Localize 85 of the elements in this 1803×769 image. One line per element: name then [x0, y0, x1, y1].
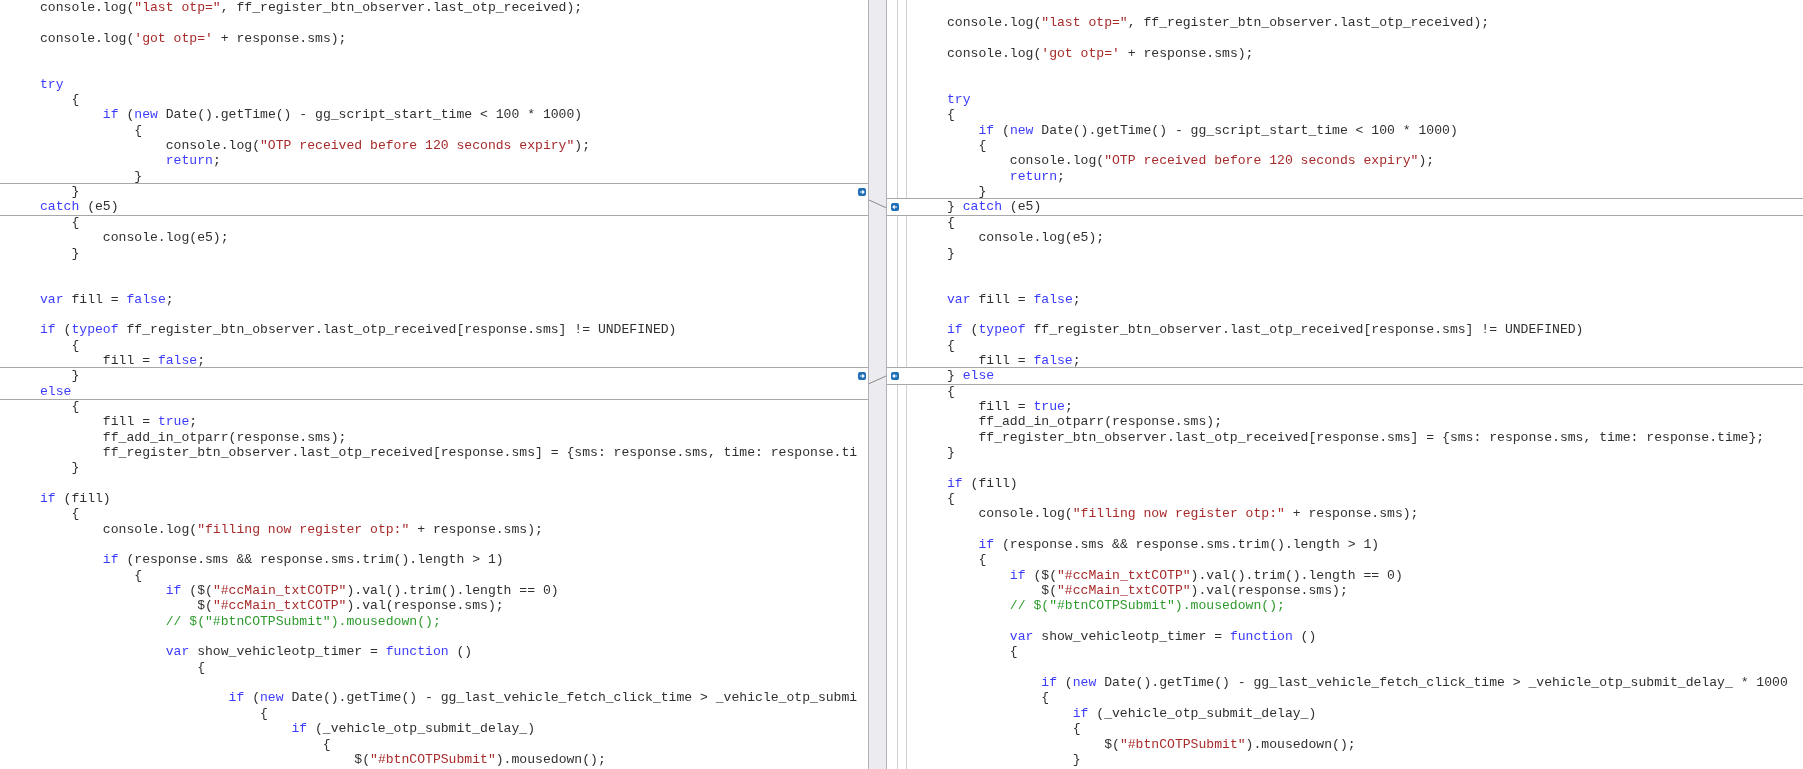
code-line: console.log("filling now register otp:" + response.sms); [977, 506, 1419, 522]
code-line: { [977, 138, 987, 154]
code-line: { [947, 491, 955, 506]
code-line: } [70, 368, 80, 384]
code-line: { [947, 337, 955, 353]
code-line: { [259, 705, 268, 721]
code-line: { [1071, 721, 1081, 737]
code-line: if (_vehicle_otp_submit_delay_) [1071, 705, 1317, 721]
code-line: catch (e5) [40, 199, 119, 215]
code-line: console.log('got otp=' + response.sms); [40, 30, 347, 46]
code-line: console.log("OTP received before 120 seconds expiry"); [1008, 153, 1435, 169]
code-line: { [977, 552, 987, 568]
code-line: { [133, 567, 143, 583]
code-line: if (new Date().getTime() - gg_script_start_time < 100 * 1000) [101, 107, 583, 123]
code-line: { [947, 107, 955, 123]
code-line: var show_vehicleotp_timer = function () [164, 644, 473, 660]
code-line: return; [1008, 168, 1065, 184]
code-line: console.log(e5); [977, 230, 1105, 246]
code-line: console.log("last otp=", ff_register_btn_observer.last_otp_received); [40, 0, 583, 15]
code-line: { [947, 383, 955, 399]
code-line: if (_vehicle_otp_submit_delay_) [290, 721, 536, 737]
code-line: if ($("#ccMain_txtCOTP").val().trim().length == 0) [164, 583, 559, 599]
code-line: { [70, 337, 80, 353]
code-line: } else [947, 368, 995, 384]
code-line: fill = false; [977, 352, 1081, 368]
code-line: } catch (e5) [947, 199, 1042, 215]
code-line: { [947, 214, 955, 230]
code-line: } [977, 184, 987, 200]
code-line: } [70, 245, 80, 261]
code-line: if (typeof ff_register_btn_observer.last_otp_received[response.sms] != UNDEFINED) [947, 322, 1584, 338]
code-line: { [70, 214, 80, 230]
code-line: try [947, 92, 971, 108]
code-line: } [70, 460, 80, 476]
code-line: } [947, 245, 955, 261]
code-line: console.log("last otp=", ff_register_btn_observer.last_otp_received); [947, 15, 1490, 31]
code-line: { [321, 736, 331, 752]
code-line: // $("#btnCOTPSubmit").mousedown(); [164, 613, 441, 629]
code-line: if (new Date().getTime() - gg_last_vehicle_fetch_click_time > _vehicle_otp_submi [227, 690, 858, 706]
code-line: ff_register_btn_observer.last_otp_received[response.sms] = {sms: response.sms, time: response.ti [101, 444, 858, 460]
code-line: fill = true; [977, 398, 1073, 414]
code-line: $("#btnCOTPSubmit").mousedown(); [1103, 736, 1356, 752]
connector-line [869, 199, 886, 208]
code-line: if (typeof ff_register_btn_observer.last_otp_received[response.sms] != UNDEFINED) [40, 322, 677, 338]
code-line: if (fill) [40, 491, 111, 506]
code-line: if ($("#ccMain_txtCOTP").val().trim().length == 0) [1008, 567, 1403, 583]
code-line: if (new Date().getTime() - gg_script_start_time < 100 * 1000) [977, 122, 1458, 138]
code-line: ff_add_in_otparr(response.sms); [101, 429, 347, 445]
code-line: } [1071, 751, 1081, 767]
code-line: if (new Date().getTime() - gg_last_vehicle_fetch_click_time > _vehicle_otp_submit_delay_ * 1000 [1040, 675, 1788, 691]
code-line: else [40, 383, 72, 399]
code-line: if (response.sms && response.sms.trim().length > 1) [101, 552, 504, 568]
code-line: } [70, 184, 80, 200]
code-line: console.log('got otp=' + response.sms); [947, 46, 1254, 62]
code-line: console.log(e5); [101, 230, 229, 246]
code-line: fill = false; [101, 352, 206, 368]
code-line: } [133, 168, 143, 184]
code-line: var show_vehicleotp_timer = function () [1008, 629, 1317, 645]
code-line: fill = true; [101, 414, 198, 430]
code-line: ff_register_btn_observer.last_otp_received[response.sms] = {sms: response.sms, time: response.time}; [977, 429, 1765, 445]
code-line: { [70, 398, 80, 414]
code-line: { [133, 122, 143, 138]
code-line: { [70, 506, 80, 522]
code-line: // $("#btnCOTPSubmit").mousedown(); [1008, 598, 1285, 614]
code-line: try [40, 76, 64, 92]
code-line: console.log("filling now register otp:" + response.sms); [101, 521, 543, 537]
code-line: { [70, 92, 80, 108]
arrow-icon[interactable] [858, 372, 866, 381]
code-line: var fill = false; [40, 291, 174, 307]
code-line: { [196, 659, 205, 675]
code-line: if (response.sms && response.sms.trim().length > 1) [977, 537, 1380, 553]
code-line: $("#ccMain_txtCOTP").val(response.sms); [1040, 583, 1348, 599]
code-line: { [1040, 690, 1050, 706]
code-line: } [947, 444, 955, 460]
code-line: { [1008, 644, 1018, 660]
arrow-icon[interactable] [891, 203, 899, 212]
arrow-icon[interactable] [891, 372, 899, 381]
code-line: return; [164, 153, 221, 169]
connector-line [869, 376, 886, 384]
code-line: $("#btnCOTPSubmit").mousedown(); [353, 751, 606, 767]
code-line: var fill = false; [947, 291, 1081, 307]
code-line: ff_add_in_otparr(response.sms); [977, 414, 1222, 430]
code-line: console.log("OTP received before 120 seconds expiry"); [164, 138, 591, 154]
code-line: $("#ccMain_txtCOTP").val(response.sms); [196, 598, 504, 614]
arrow-icon[interactable] [858, 188, 866, 197]
code-line: if (fill) [947, 475, 1018, 491]
